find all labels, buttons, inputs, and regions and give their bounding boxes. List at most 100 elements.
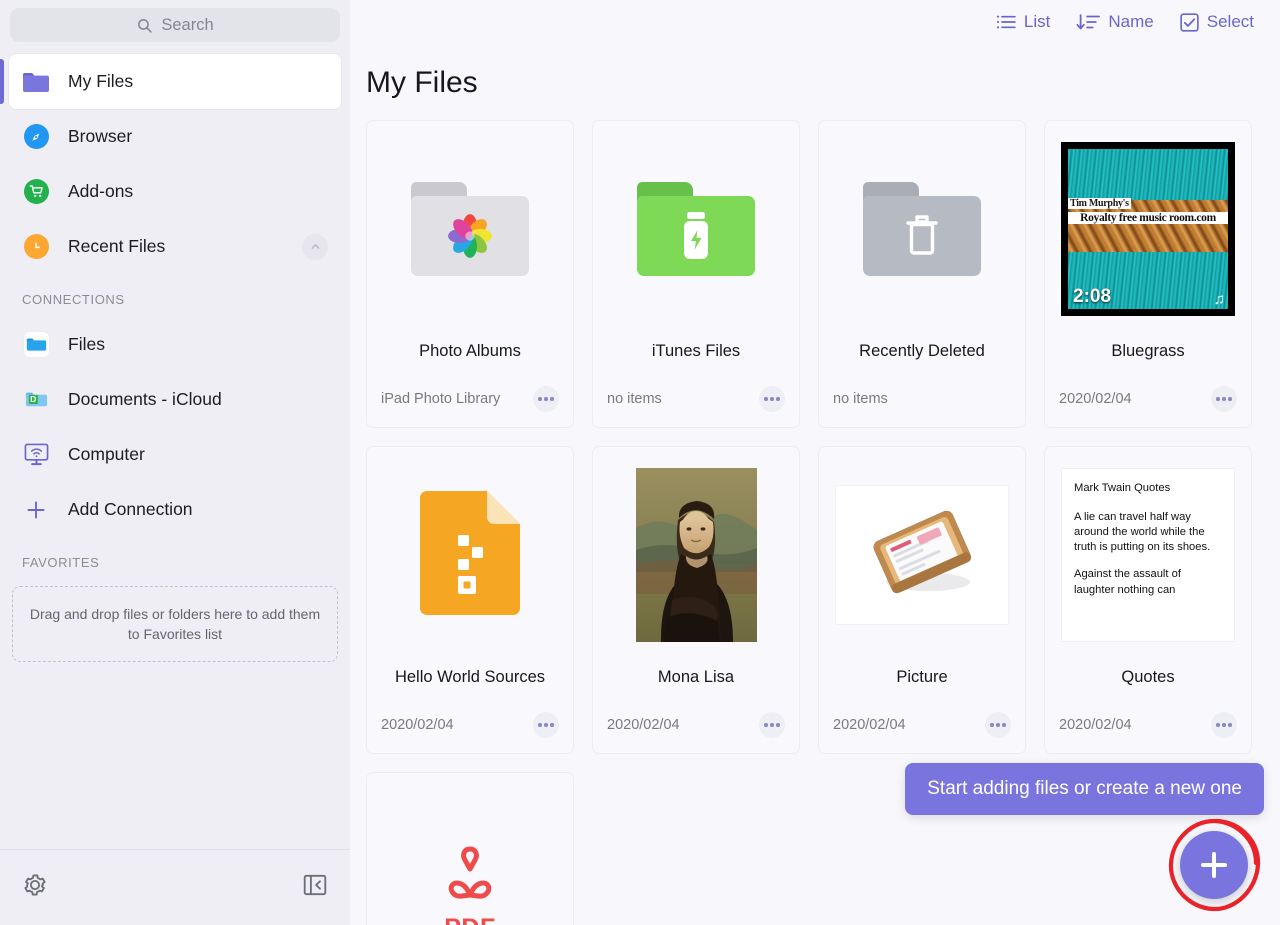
gear-icon[interactable]	[22, 872, 48, 903]
add-button-zone	[1166, 817, 1262, 913]
sidebar-item-label: Computer	[68, 444, 145, 465]
favorites-header: FAVORITES	[0, 537, 350, 580]
file-card-footer: 2020/02/04	[1045, 697, 1251, 753]
folder-trash-icon	[863, 182, 981, 276]
file-thumbnail	[367, 447, 573, 657]
more-options-icon[interactable]	[533, 386, 559, 412]
sidebar-item-label: Recent Files	[68, 236, 165, 257]
file-meta: 2020/02/04	[607, 717, 680, 733]
file-card[interactable]: Mona Lisa 2020/02/04	[592, 446, 800, 754]
compass-icon	[22, 123, 50, 151]
file-name: Photo Albums	[367, 331, 573, 371]
file-card-footer: no items	[819, 371, 1025, 427]
file-thumbnail: PDF	[367, 773, 573, 925]
file-thumbnail	[367, 121, 573, 331]
toolbar-button-label: List	[1024, 12, 1050, 32]
sort-down-icon	[1076, 13, 1100, 31]
note-paragraph: A lie can travel half way around the wor…	[1074, 510, 1224, 556]
chevron-up-icon[interactable]	[302, 234, 328, 260]
sidebar-item-documents-icloud[interactable]: D Documents - iCloud	[0, 372, 350, 427]
more-options-icon[interactable]	[1211, 712, 1237, 738]
file-meta: 2020/02/04	[1059, 391, 1132, 407]
toolbar-button-list[interactable]: List	[996, 12, 1050, 32]
sidebar-item-add-ons[interactable]: Add-ons	[0, 164, 350, 219]
add-file-button[interactable]	[1180, 831, 1248, 899]
sidebar-item-label: My Files	[68, 71, 133, 92]
sidebar-spacer	[0, 662, 350, 849]
file-name: Mona Lisa	[593, 657, 799, 697]
file-name: Picture	[819, 657, 1025, 697]
folder-itunes-icon	[637, 182, 755, 276]
file-name: Hello World Sources	[367, 657, 573, 697]
sidebar-item-label: Browser	[68, 126, 132, 147]
file-meta: 2020/02/04	[833, 717, 906, 733]
page-title: My Files	[350, 44, 1280, 120]
music-note-icon: ♫	[1214, 291, 1225, 308]
list-icon	[996, 14, 1016, 30]
file-card-footer: 2020/02/04	[1045, 371, 1251, 427]
file-card-footer: 2020/02/04	[367, 697, 573, 753]
toolbar-button-label: Select	[1207, 12, 1254, 32]
file-card[interactable]: Mark Twain Quotes A lie can travel half …	[1044, 446, 1252, 754]
favorites-dropzone-text: Drag and drop files or folders here to a…	[29, 604, 321, 645]
favorites-dropzone[interactable]: Drag and drop files or folders here to a…	[12, 586, 338, 662]
more-options-icon[interactable]	[533, 712, 559, 738]
sidebar-item-label: Add Connection	[68, 499, 193, 520]
view-toolbar: List Name Select	[350, 0, 1280, 44]
file-card[interactable]: PDF	[366, 772, 574, 925]
sidebar-item-my-files[interactable]: My Files	[9, 54, 341, 109]
file-card-footer: iPad Photo Library	[367, 371, 573, 427]
file-card[interactable]: Recently Deleted no items	[818, 120, 1026, 428]
main-content: List Name Select	[350, 0, 1280, 925]
sidebar-item-computer[interactable]: Computer	[0, 427, 350, 482]
sidebar-item-add-connection[interactable]: Add Connection	[0, 482, 350, 537]
toolbar-button-sort-name[interactable]: Name	[1076, 12, 1153, 32]
sidebar-item-files[interactable]: Files	[0, 317, 350, 372]
sidebar-item-browser[interactable]: Browser	[0, 109, 350, 164]
sidebar-item-recent-files[interactable]: Recent Files	[0, 219, 350, 274]
sidebar-item-label: Files	[68, 334, 105, 355]
toolbar-button-select[interactable]: Select	[1180, 12, 1254, 32]
folder-photos-icon	[411, 182, 529, 276]
search-input[interactable]: Search	[10, 8, 340, 42]
file-thumbnail: Mark Twain Quotes A lie can travel half …	[1045, 447, 1251, 657]
cart-icon	[22, 178, 50, 206]
file-card[interactable]: Photo Albums iPad Photo Library	[366, 120, 574, 428]
file-card[interactable]: Picture 2020/02/04	[818, 446, 1026, 754]
file-name: iTunes Files	[593, 331, 799, 371]
computer-icon	[22, 441, 50, 469]
sidebar-item-label: Documents - iCloud	[68, 389, 222, 410]
more-options-icon[interactable]	[985, 712, 1011, 738]
file-meta: 2020/02/04	[381, 717, 454, 733]
file-card-footer: 2020/02/04	[819, 697, 1025, 753]
folder-icon	[22, 68, 50, 96]
file-card-footer: 2020/02/04	[593, 697, 799, 753]
source-document-icon	[420, 491, 520, 620]
toolbar-button-label: Name	[1108, 12, 1153, 32]
checkbox-icon	[1180, 13, 1199, 32]
video-overline: Tim Murphy's	[1068, 198, 1131, 209]
svg-text:D: D	[30, 394, 36, 404]
documents-icloud-icon: D	[22, 386, 50, 414]
image-thumbnail	[835, 485, 1009, 625]
note-title: Mark Twain Quotes	[1074, 481, 1224, 496]
file-meta: 2020/02/04	[1059, 717, 1132, 733]
file-card[interactable]: iTunes Files no items	[592, 120, 800, 428]
image-thumbnail	[636, 468, 757, 642]
file-card-footer: no items	[593, 371, 799, 427]
more-options-icon[interactable]	[759, 386, 785, 412]
app-root: Search My Files	[0, 0, 1280, 925]
file-card[interactable]: Hello World Sources 2020/02/04	[366, 446, 574, 754]
file-thumbnail: Tim Murphy's Royalty free music room.com…	[1045, 121, 1251, 331]
more-options-icon[interactable]	[1211, 386, 1237, 412]
file-thumbnail	[819, 121, 1025, 331]
onboarding-tooltip: Start adding files or create a new one	[905, 763, 1264, 815]
file-card[interactable]: Tim Murphy's Royalty free music room.com…	[1044, 120, 1252, 428]
more-options-icon[interactable]	[759, 712, 785, 738]
collapse-sidebar-icon[interactable]	[302, 872, 328, 903]
note-paragraph: Against the assault of laughter nothing …	[1074, 567, 1224, 597]
plus-icon	[22, 496, 50, 524]
video-thumbnail: Tim Murphy's Royalty free music room.com…	[1061, 142, 1235, 316]
video-caption: Royalty free music room.com	[1068, 212, 1228, 224]
pdf-icon	[437, 841, 503, 912]
